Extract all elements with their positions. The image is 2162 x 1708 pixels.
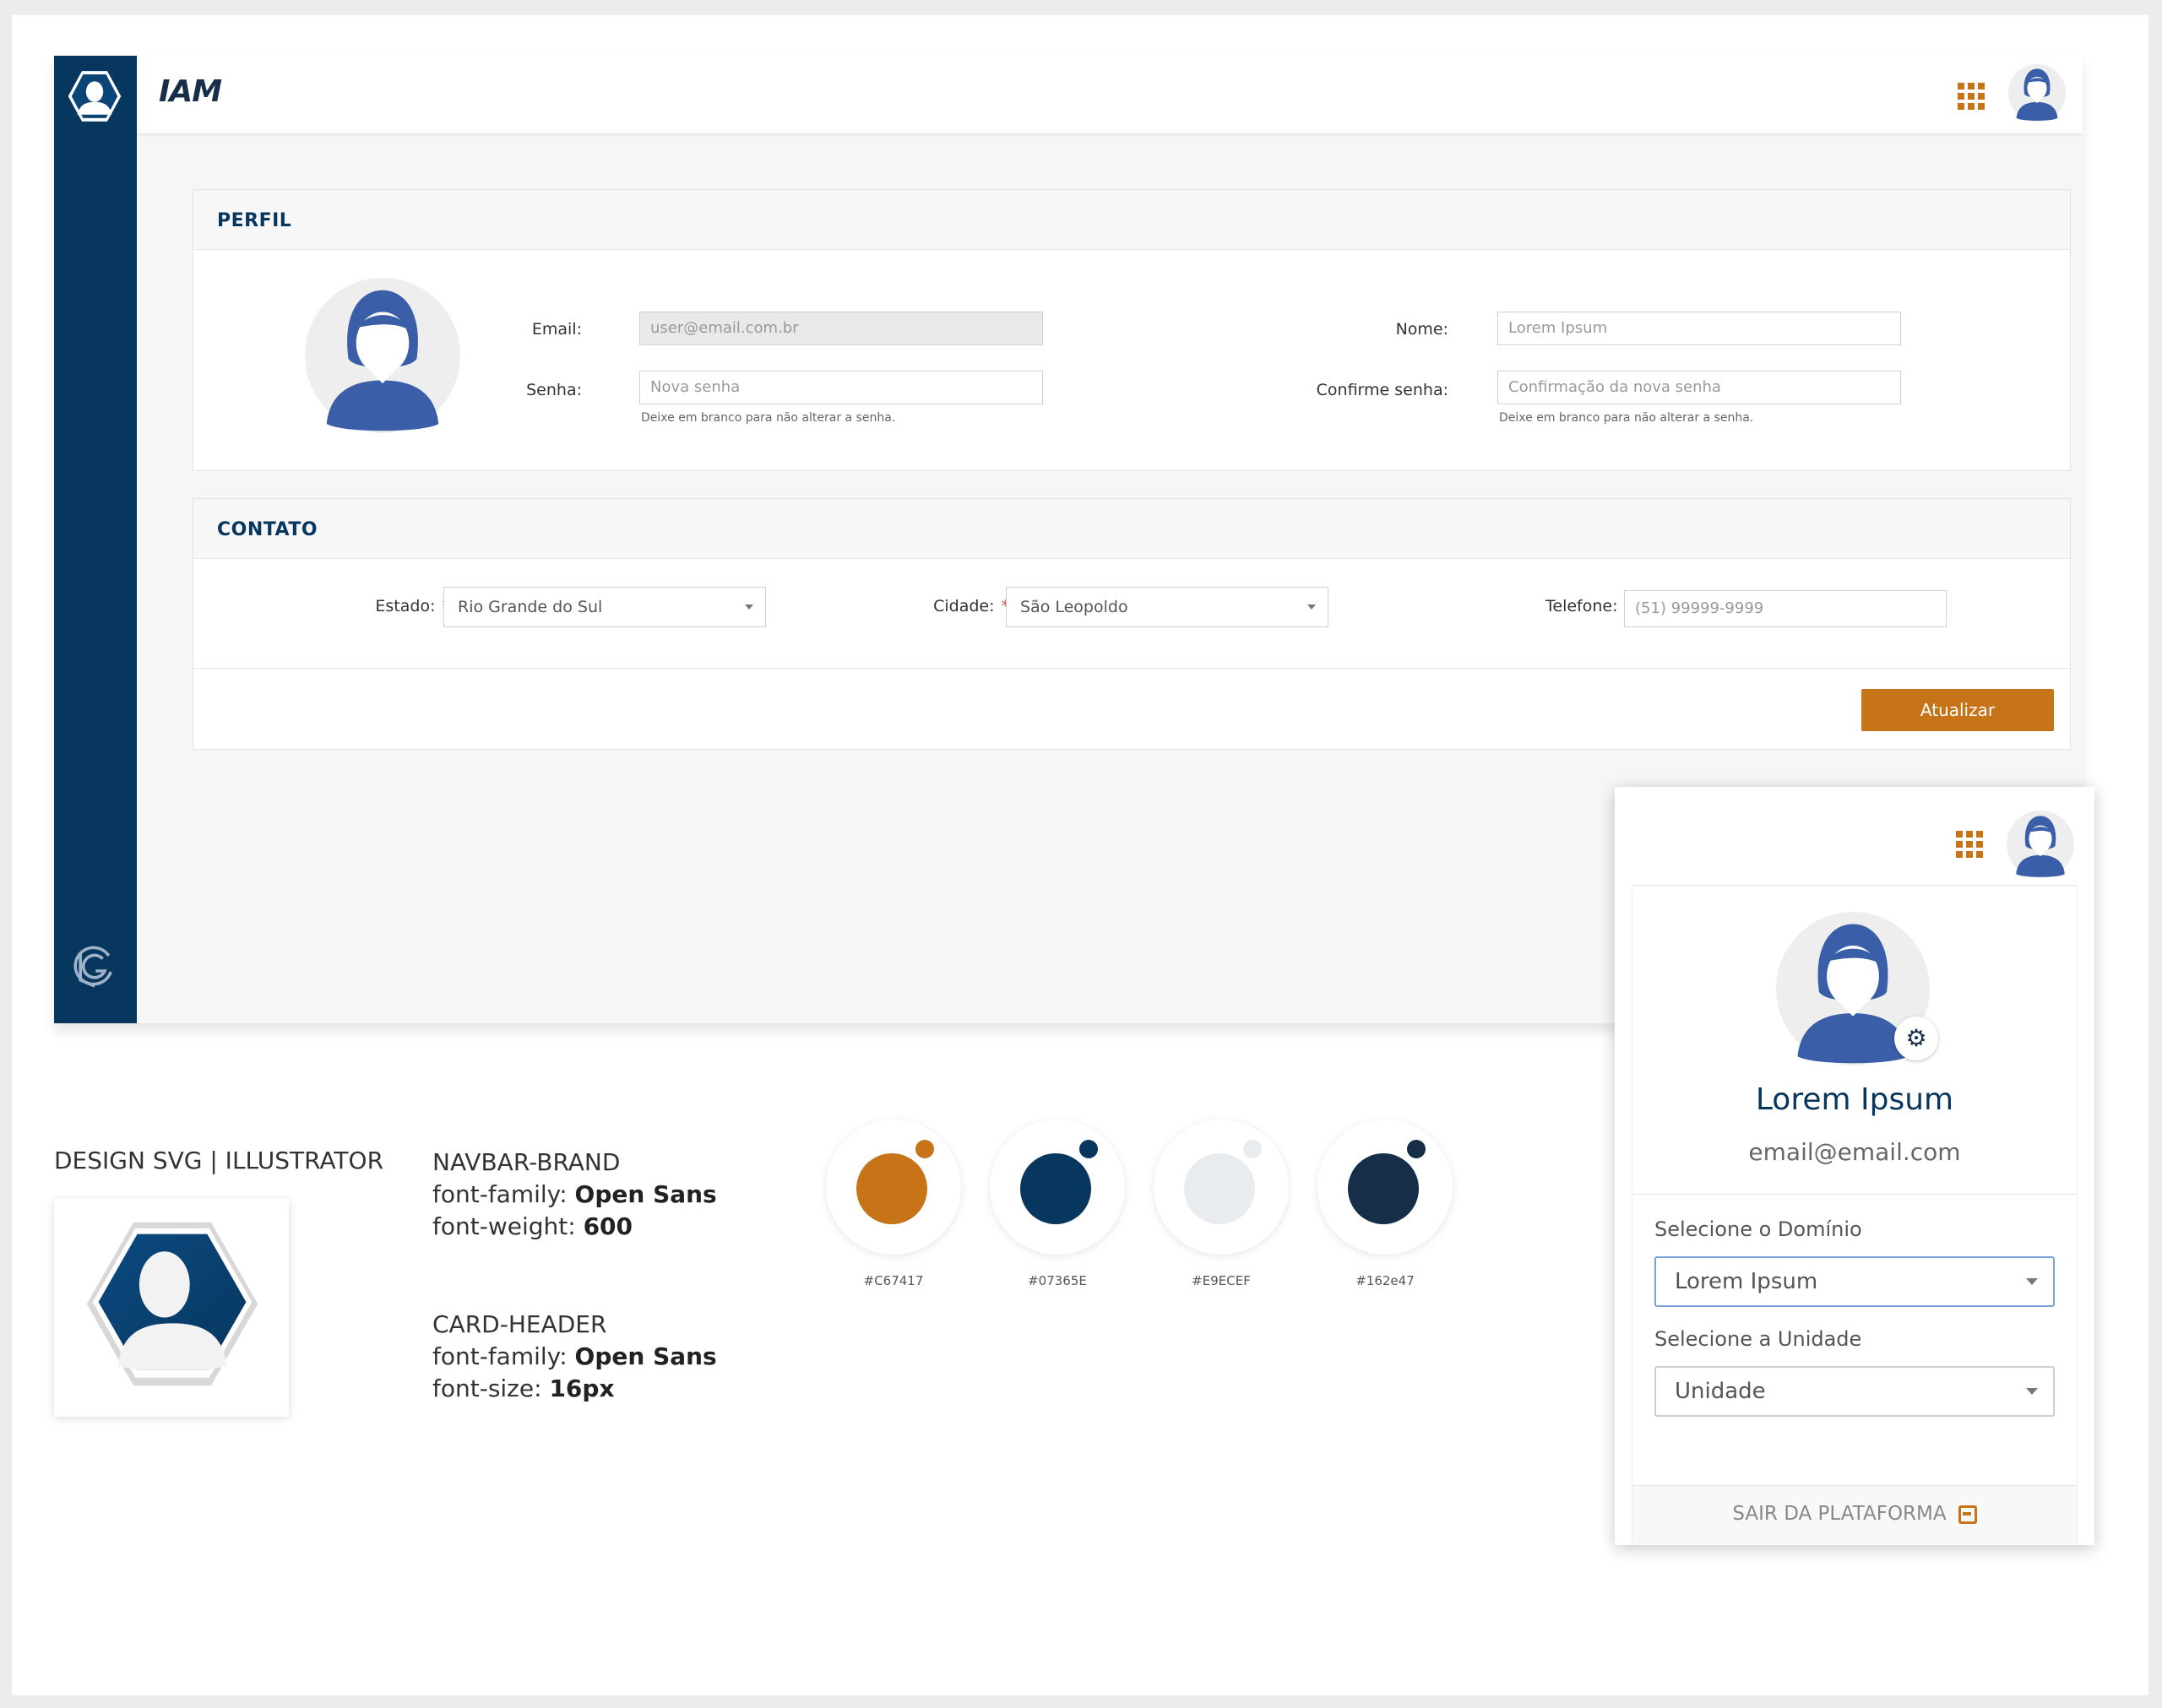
logout-link[interactable]: SAIR DA PLATAFORMA [1632,1503,2077,1525]
domain-value: Lorem Ipsum [1675,1269,1818,1294]
navbar: IAM [137,56,2083,133]
cidade-label: Cidade:* [933,597,1009,615]
card-header: CONTATO [193,499,2070,559]
chevron-down-icon [2026,1278,2038,1285]
unit-label: Selecione a Unidade [1654,1327,1862,1351]
cidade-select[interactable]: São Leopoldo [1006,587,1328,627]
apps-grid-icon[interactable] [1958,83,1985,110]
estado-select[interactable]: Rio Grande do Sul [443,587,766,627]
panel-footer: SAIR DA PLATAFORMA [1632,1485,2077,1545]
cidade-value: São Leopoldo [1020,598,1128,616]
user-avatar-icon[interactable] [2007,811,2074,878]
design-title: DESIGN SVG | ILLUSTRATOR [54,1147,384,1174]
spec-heading: NAVBAR-BRAND [432,1148,621,1176]
panel-navbar [1632,804,2078,886]
spec-line: font-weight: 600 [432,1212,633,1240]
user-email: email@email.com [1748,1138,1961,1166]
swatch-code: #E9ECEF [1192,1273,1251,1288]
telefone-label: Telefone:* [1545,597,1632,615]
navbar-brand[interactable]: IAM [159,74,222,109]
user-avatar-icon[interactable] [2008,64,2066,122]
domain-label: Selecione o Domínio [1654,1217,1862,1241]
swatch-code: #C67417 [863,1273,924,1288]
color-swatch [1154,1120,1289,1255]
chevron-down-icon [2026,1388,2038,1395]
card-title: CONTATO [217,519,318,540]
domain-select[interactable]: Lorem Ipsum [1654,1256,2055,1307]
gear-icon[interactable]: ⚙ [1894,1017,1938,1060]
logout-icon [1958,1505,1977,1524]
spec-heading: CARD-HEADER [432,1310,607,1338]
profile-card: PERFIL Email: user@email.com.br Senha: N… [193,189,2071,471]
user-hexagon-icon[interactable] [66,68,123,125]
chevron-down-icon [1307,605,1316,610]
swatch-code: #07365E [1028,1273,1087,1288]
nome-label: Nome: [1395,320,1448,339]
swatch-code: #162e47 [1355,1273,1415,1288]
senha-label: Senha: [526,381,582,399]
card-header-spec: CARD-HEADER font-family: Open Sans font-… [432,1309,717,1405]
email-field: user@email.com.br [639,312,1043,345]
logo-card [54,1199,289,1417]
logout-label: SAIR DA PLATAFORMA [1732,1503,1947,1525]
confirme-senha-label: Confirme senha: [1316,381,1448,399]
estado-label: Estado:* [375,597,450,615]
profile-avatar[interactable] [305,278,460,433]
contact-card: CONTATO Estado:* Rio Grande do Sul Cidad… [193,498,2071,750]
user-name: Lorem Ipsum [1755,1082,1954,1117]
email-label: Email: [531,320,582,339]
senha-field[interactable]: Nova senha [639,371,1043,404]
chevron-down-icon [745,605,753,610]
unit-select[interactable]: Unidade [1654,1366,2055,1417]
nome-field[interactable]: Lorem Ipsum [1497,312,1901,345]
navbar-brand-spec: NAVBAR-BRAND font-family: Open Sans font… [432,1147,717,1243]
estado-value: Rio Grande do Sul [458,598,603,616]
sidebar [54,56,137,1023]
user-hexagon-icon [86,1222,258,1385]
confirme-senha-hint: Deixe em branco para não alterar a senha… [1499,411,1754,425]
senha-hint: Deixe em branco para não alterar a senha… [641,411,896,425]
telefone-field[interactable]: (51) 99999-9999 [1624,590,1947,627]
panel-body: ⚙ Lorem Ipsum email@email.com Selecione … [1632,887,2078,1545]
spec-line: font-family: Open Sans [432,1342,717,1370]
card-header: PERFIL [193,190,2070,250]
apps-grid-icon[interactable] [1956,831,1983,858]
panel-divider [1632,1194,2077,1195]
card-divider [193,668,2070,669]
color-swatch [826,1120,961,1255]
confirme-senha-field[interactable]: Confirmação da nova senha [1497,371,1901,404]
color-swatch [990,1120,1125,1255]
spec-line: font-size: 16px [432,1375,615,1402]
unit-value: Unidade [1675,1379,1766,1404]
user-dropdown-panel: ⚙ Lorem Ipsum email@email.com Selecione … [1615,787,2094,1545]
color-swatch [1317,1120,1453,1255]
card-title: PERFIL [217,210,292,231]
company-logo-icon [73,946,112,988]
spec-line: font-family: Open Sans [432,1180,717,1208]
